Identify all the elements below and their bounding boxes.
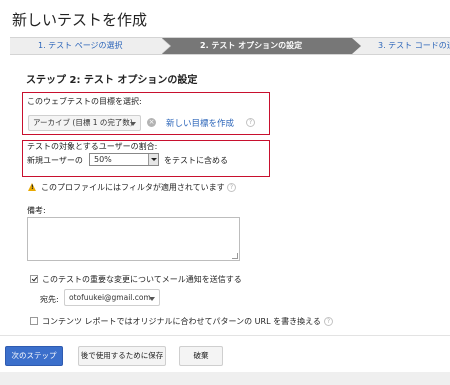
goal-label: このウェブテストの目標を選択: — [27, 97, 142, 106]
step-separator-1-inner — [161, 38, 170, 54]
traffic-prefix: 新規ユーザーの — [27, 156, 83, 165]
recipient-select-value: otofuukei@gmail.com — [69, 293, 151, 302]
rewrite-url-checkbox[interactable] — [30, 317, 38, 325]
footer-bar — [0, 372, 450, 385]
traffic-label: テストの対象とするユーザーの割合: — [27, 142, 158, 151]
recipient-label: 宛先: — [40, 295, 59, 304]
step-separator-2 — [352, 38, 361, 54]
notes-textarea[interactable] — [27, 217, 240, 261]
dropdown-arrow-icon — [148, 154, 158, 165]
clear-icon[interactable]: × — [147, 118, 156, 127]
filter-warning-text: このプロファイルにはフィルタが適用されています — [41, 183, 225, 192]
notify-checkbox[interactable] — [30, 275, 38, 283]
notify-label: このテストの重要な変更についてメール通知を送信する — [42, 275, 242, 284]
notes-label: 備考: — [27, 206, 46, 215]
section-title: ステップ 2: テスト オプションの設定 — [26, 75, 198, 86]
resize-handle-icon[interactable] — [232, 253, 238, 259]
help-icon[interactable]: ? — [227, 183, 236, 192]
traffic-percent-value: 50% — [94, 155, 112, 164]
chevron-down-icon — [130, 122, 136, 126]
next-step-button[interactable]: 次のステップ — [5, 346, 63, 366]
chevron-down-icon — [149, 297, 155, 301]
recipient-select[interactable]: otofuukei@gmail.com — [64, 289, 160, 306]
goal-select[interactable]: アーカイブ (目標 1 の完了数) — [28, 115, 141, 131]
step-add-code[interactable]: 3. テスト コードの追 — [352, 38, 450, 54]
warning-icon-mark: ! — [31, 184, 34, 191]
step-select-page[interactable]: 1. テスト ページの選択 — [10, 38, 162, 54]
rewrite-url-label: コンテンツ レポートではオリジナルに合わせてパターンの URL を書き換える — [42, 317, 321, 326]
help-icon[interactable]: ? — [246, 118, 255, 127]
discard-button[interactable]: 破棄 — [179, 346, 223, 366]
help-icon[interactable]: ? — [324, 317, 333, 326]
step-set-options: 2. テスト オプションの設定 — [162, 38, 352, 54]
save-for-later-button[interactable]: 後で使用するために保存 — [78, 346, 166, 366]
divider — [0, 335, 450, 336]
wizard-steps: 1. テスト ページの選択 2. テスト オプションの設定 3. テスト コード… — [10, 37, 450, 55]
page-title: 新しいテストを作成 — [12, 11, 148, 29]
goal-select-value: アーカイブ (目標 1 の完了数) — [33, 118, 133, 127]
create-goal-link[interactable]: 新しい目標を作成 — [166, 117, 234, 129]
traffic-percent-select[interactable]: 50% — [89, 153, 159, 166]
traffic-suffix: をテストに含める — [164, 156, 228, 165]
